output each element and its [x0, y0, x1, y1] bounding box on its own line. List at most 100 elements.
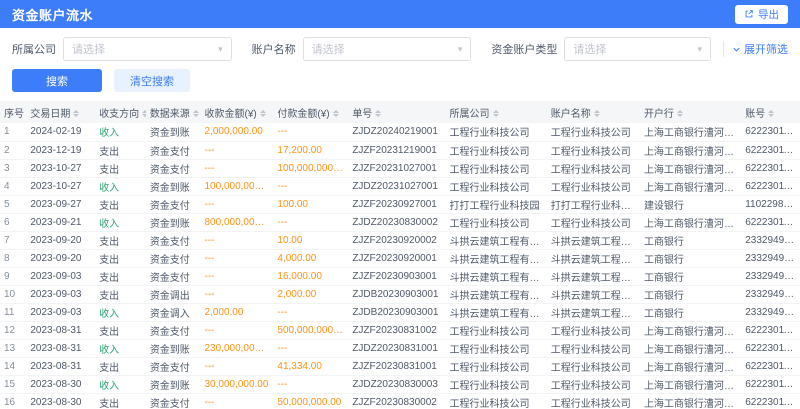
cell-date: 2024-02-19	[26, 123, 95, 141]
cell-date: 2023-09-20	[26, 231, 95, 249]
column-header-company[interactable]: 所属公司	[446, 101, 547, 123]
cell-number: 23329499...	[741, 303, 800, 321]
table-row[interactable]: 12024-02-19收入资金到账2,000,000.00---ZJDZ2024…	[0, 123, 800, 141]
table-row[interactable]: 72023-09-20支出资金支付---10.00ZJZF20230920002…	[0, 231, 800, 249]
column-header-account[interactable]: 账户名称	[547, 101, 640, 123]
sort-icon[interactable]	[193, 110, 199, 117]
table-row[interactable]: 42023-10-27收入资金到账100,000,000.00---ZJDZ20…	[0, 177, 800, 195]
column-header-receive[interactable]: 收款金额(¥)	[200, 101, 273, 123]
cell-account: 工程行业科技公司	[547, 321, 640, 339]
table-row[interactable]: 32023-10-27支出资金支付---100,000,000.00ZJZF20…	[0, 159, 800, 177]
chevron-down-icon: ▾	[697, 45, 702, 54]
cell-bank: 工商银行	[640, 285, 741, 303]
table-row[interactable]: 62023-09-21收入资金到账800,000,000.00---ZJDZ20…	[0, 213, 800, 231]
search-button[interactable]: 搜索	[12, 69, 102, 92]
sort-icon[interactable]	[375, 110, 381, 117]
column-label: 付款金额(¥)	[277, 109, 329, 120]
account-type-select[interactable]: 请选择▾	[564, 37, 711, 61]
cell-bank: 工商银行	[640, 267, 741, 285]
sort-icon[interactable]	[493, 110, 499, 117]
cell-account: 斗拱云建筑工程有限公司	[547, 267, 640, 285]
cell-direction: 支出	[95, 141, 146, 159]
filter-bar: 所属公司请选择▾账户名称请选择▾资金账户类型请选择▾ 展开筛选	[0, 28, 800, 61]
cell-account: 工程行业科技公司	[547, 393, 640, 409]
cell-receive: ---	[200, 285, 273, 303]
cell-number: 23329499...	[741, 231, 800, 249]
table-row[interactable]: 82023-09-20支出资金支付---4,000.00ZJZF20230920…	[0, 249, 800, 267]
cell-company: 工程行业科技公司	[446, 213, 547, 231]
column-label: 序号	[4, 109, 24, 120]
sort-icon[interactable]	[73, 110, 79, 117]
cell-account: 斗拱云建筑工程有限公司	[547, 285, 640, 303]
cell-order: ZJZF20230831001	[348, 357, 445, 375]
cell-account: 打打工程行业科技园	[547, 195, 640, 213]
sort-icon[interactable]	[594, 110, 600, 117]
cell-receive: 30,000,000.00	[200, 375, 273, 393]
cell-direction: 支出	[95, 321, 146, 339]
filter-field-account-name: 账户名称请选择▾	[252, 37, 472, 61]
table-row[interactable]: 102023-09-03支出资金调出---2,000.00ZJDB2023090…	[0, 285, 800, 303]
cell-pay: ---	[273, 375, 348, 393]
table-row[interactable]: 162023-08-30支出资金支付---50,000,000.00ZJZF20…	[0, 393, 800, 409]
cell-date: 2023-12-19	[26, 141, 95, 159]
cell-date: 2023-08-30	[26, 375, 95, 393]
column-header-source[interactable]: 数据来源	[146, 101, 201, 123]
filter-actions: 搜索 清空搜索	[0, 61, 800, 101]
cell-number: 62223011...	[741, 357, 800, 375]
cell-order: ZJZF20230831002	[348, 321, 445, 339]
cell-company: 工程行业科技公司	[446, 375, 547, 393]
cell-date: 2023-09-03	[26, 267, 95, 285]
sort-icon[interactable]	[677, 110, 683, 117]
cell-company: 工程行业科技公司	[446, 339, 547, 357]
cell-pay: 50,000,000.00	[273, 393, 348, 409]
cell-number: 62223011...	[741, 177, 800, 195]
sort-icon[interactable]	[768, 110, 774, 117]
column-header-bank[interactable]: 开户行	[640, 101, 741, 123]
cell-bank: 工商银行	[640, 249, 741, 267]
filter-right: 展开筛选	[723, 41, 788, 57]
table-row[interactable]: 132023-08-31收入资金到账230,000,000.00---ZJDZ2…	[0, 339, 800, 357]
cell-direction: 支出	[95, 249, 146, 267]
filter-label-company: 所属公司	[12, 41, 56, 57]
sort-icon[interactable]	[142, 110, 146, 117]
cell-no: 1	[0, 123, 26, 141]
cell-date: 2023-09-20	[26, 249, 95, 267]
page-title: 资金账户流水	[12, 5, 93, 24]
cell-company: 打打工程行业科技园	[446, 195, 547, 213]
column-header-number[interactable]: 账号	[741, 101, 800, 123]
filter-label-account-type: 资金账户类型	[491, 41, 557, 57]
export-button[interactable]: 导出	[735, 5, 788, 24]
filter-fields: 所属公司请选择▾账户名称请选择▾资金账户类型请选择▾	[12, 37, 711, 61]
column-header-date[interactable]: 交易日期	[26, 101, 95, 123]
column-header-direction[interactable]: 收支方向	[95, 101, 146, 123]
account-name-select[interactable]: 请选择▾	[303, 37, 472, 61]
table-row[interactable]: 52023-09-27支出资金支付---100.00ZJZF2023092700…	[0, 195, 800, 213]
cell-number: 62223011...	[741, 321, 800, 339]
column-label: 交易日期	[30, 109, 70, 120]
table-row[interactable]: 112023-09-03收入资金调入2,000.00---ZJDB2023090…	[0, 303, 800, 321]
cell-date: 2023-10-27	[26, 159, 95, 177]
cell-pay: ---	[273, 177, 348, 195]
column-header-pay[interactable]: 付款金额(¥)	[273, 101, 348, 123]
table-row[interactable]: 92023-09-03支出资金支付---16,000.00ZJZF2023090…	[0, 267, 800, 285]
chevron-down-icon	[732, 45, 741, 54]
table-row[interactable]: 152023-08-30收入资金到账30,000,000.00---ZJDZ20…	[0, 375, 800, 393]
company-select[interactable]: 请选择▾	[63, 37, 232, 61]
table-row[interactable]: 22023-12-19支出资金支付---17,200.00ZJZF2023121…	[0, 141, 800, 159]
sort-icon[interactable]	[333, 110, 339, 117]
expand-filters-link[interactable]: 展开筛选	[732, 41, 788, 57]
cell-no: 2	[0, 141, 26, 159]
clear-search-button[interactable]: 清空搜索	[114, 69, 190, 92]
cell-company: 工程行业科技公司	[446, 123, 547, 141]
cell-number: 62223011...	[741, 393, 800, 409]
cell-source: 资金调出	[146, 285, 201, 303]
cell-source: 资金支付	[146, 393, 201, 409]
table-row[interactable]: 122023-08-31支出资金支付---500,000,000.00ZJZF2…	[0, 321, 800, 339]
cell-bank: 上海工商银行漕河泾支行	[640, 123, 741, 141]
column-header-order[interactable]: 单号	[348, 101, 445, 123]
sort-icon[interactable]	[260, 110, 266, 117]
cell-pay: 100,000,000.00	[273, 159, 348, 177]
cell-number: 23329499...	[741, 285, 800, 303]
table-row[interactable]: 142023-08-31支出资金支付---41,334.00ZJZF202308…	[0, 357, 800, 375]
cell-bank: 上海工商银行漕河泾支行	[640, 177, 741, 195]
